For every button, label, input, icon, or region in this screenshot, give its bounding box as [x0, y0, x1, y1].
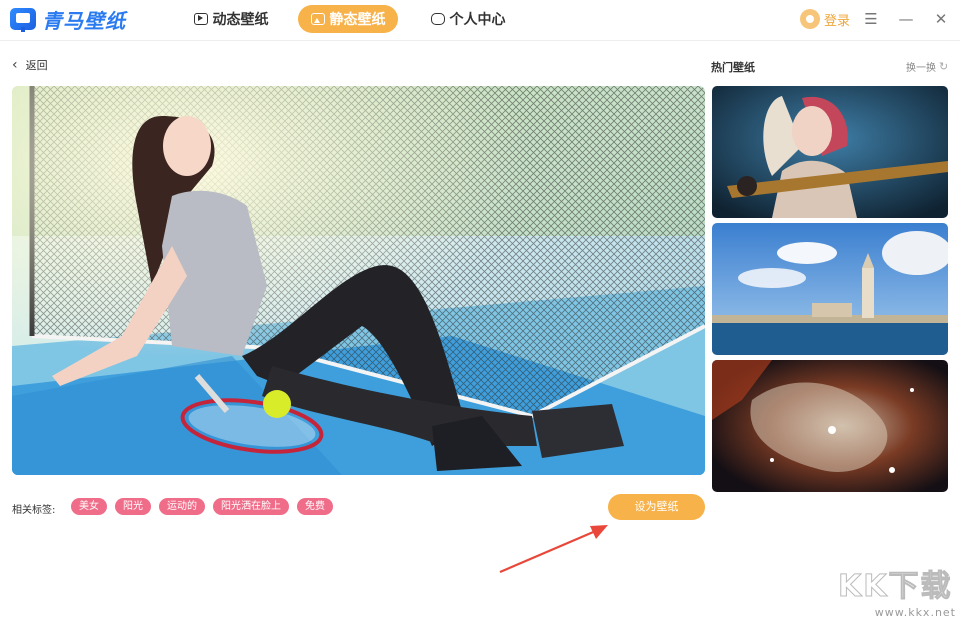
menu-icon[interactable]: ☰ [862, 10, 880, 28]
tag-chip[interactable]: 阳光 [115, 498, 151, 515]
monitor-logo-icon [10, 8, 36, 32]
back-label: 返回 [25, 59, 48, 72]
tag-chip[interactable]: 美女 [71, 498, 107, 515]
chevron-left-icon: ‹ [12, 57, 18, 73]
tags-label: 相关标签: [12, 505, 56, 516]
tab-static-label: 静态壁纸 [329, 12, 386, 28]
refresh-button[interactable]: 换一换 ↻ [906, 59, 948, 74]
app-logo-text: 青马壁纸 [42, 8, 126, 33]
tab-user-label: 个人中心 [449, 12, 506, 28]
wallpaper-preview-image[interactable] [12, 86, 705, 475]
hot-wallpaper-thumbnail[interactable] [712, 360, 948, 492]
avatar-icon [800, 9, 820, 29]
user-center-icon [430, 13, 445, 25]
tag-chip[interactable]: 免费 [297, 498, 333, 515]
hot-wallpaper-thumbnail[interactable] [712, 86, 948, 218]
watermark: KK下载 www.kkx.net [838, 569, 956, 626]
video-play-icon [193, 13, 208, 25]
image-icon [310, 13, 325, 25]
back-link[interactable]: ‹ 返回 [12, 57, 48, 73]
tag-list: 美女 阳光 运动的 阳光洒在脸上 免费 [71, 498, 333, 515]
refresh-icon: ↻ [939, 60, 949, 73]
tag-chip[interactable]: 运动的 [159, 498, 205, 515]
annotation-arrow-icon [499, 525, 608, 574]
hot-wallpapers-title: 热门壁纸 [711, 61, 755, 74]
tab-dynamic-wallpaper[interactable]: 动态壁纸 [186, 5, 276, 33]
login-label: 登录 [824, 13, 851, 29]
refresh-label: 换一换 [906, 63, 936, 74]
tag-chip[interactable]: 阳光洒在脸上 [213, 498, 289, 515]
login-button[interactable]: 登录 [800, 8, 850, 30]
watermark-url: www.kkx.net [874, 606, 956, 619]
app-logo[interactable]: 青马壁纸 [10, 5, 126, 33]
hot-wallpaper-thumbnail[interactable] [712, 223, 948, 355]
close-icon[interactable]: ✕ [932, 10, 950, 28]
watermark-logo-text: KK下载 [838, 569, 953, 604]
tab-static-wallpaper[interactable]: 静态壁纸 [298, 5, 398, 33]
title-bar: 青马壁纸 动态壁纸 静态壁纸 个人中心 登录 ☰ — ✕ [0, 0, 960, 41]
set-wallpaper-button[interactable]: 设为壁纸 [608, 494, 705, 520]
tab-user-center[interactable]: 个人中心 [424, 5, 512, 33]
tab-dynamic-label: 动态壁纸 [212, 12, 269, 28]
minimize-icon[interactable]: — [897, 10, 915, 28]
